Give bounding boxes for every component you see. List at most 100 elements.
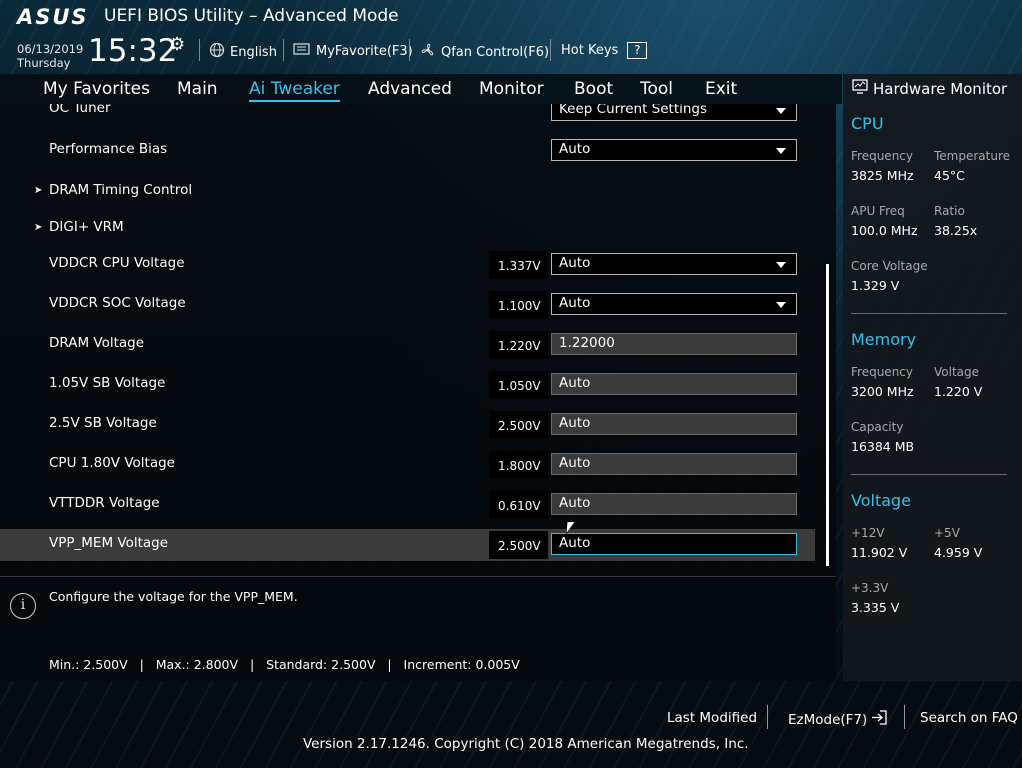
footer-bar: Last Modified EzMode(F7) Search on FAQ V… (0, 681, 1022, 768)
help-panel: i Configure the voltage for the VPP_MEM.… (0, 577, 836, 681)
submenu-arrow-icon: ➤ (34, 222, 43, 233)
capacity-label: Capacity (851, 420, 904, 434)
current-voltage-readout: 1.337V (489, 251, 548, 279)
memory-frequency-label: Frequency (851, 365, 913, 379)
capacity-value: 16384 MB (851, 439, 915, 454)
voltage-limits: Min.: 2.500V | Max.: 2.800V | Standard: … (49, 657, 520, 672)
date-text: 06/13/2019 (17, 42, 84, 56)
hotkeys-label: Hot Keys (561, 43, 619, 58)
qfan-button[interactable]: Qfan Control(F6) (420, 42, 549, 62)
voltage-heading: Voltage (851, 491, 912, 510)
setting-label: DRAM Voltage (49, 335, 145, 351)
footer-divider (767, 705, 768, 729)
dropdown-arrow-icon (776, 148, 786, 154)
memory-voltage-label: Voltage (934, 365, 980, 379)
scrollbar[interactable] (826, 264, 829, 566)
section-divider (851, 474, 1007, 475)
v12-label: +12V (851, 526, 885, 540)
vddcr-cpu-voltage-dropdown[interactable]: Auto (551, 253, 797, 275)
dram-voltage-input[interactable]: 1.22000 (551, 333, 797, 355)
v5-value: 4.959 V (934, 545, 983, 560)
tab-advanced[interactable]: Advanced (368, 79, 452, 99)
hotkeys-button[interactable]: Hot Keys ? (561, 42, 648, 59)
ezmode-button[interactable]: EzMode(F7) (788, 710, 887, 729)
dropdown-arrow-icon (776, 302, 786, 308)
weekday-text: Thursday (17, 56, 71, 70)
tab-ai-tweaker[interactable]: Ai Tweaker (249, 79, 340, 102)
memory-frequency-value: 3200 MHz (851, 384, 914, 399)
language-button[interactable]: English (209, 42, 277, 62)
oc-tuner-dropdown[interactable]: Keep Current Settings (551, 104, 797, 121)
top-bar: ASUS UEFI BIOS Utility – Advanced Mode 0… (0, 0, 1022, 80)
gear-icon[interactable]: ⚙ (169, 34, 185, 55)
vttddr-voltage-input[interactable]: Auto (551, 493, 797, 515)
date-display: 06/13/2019 Thursday (17, 42, 83, 70)
tab-my-favorites[interactable]: My Favorites (43, 79, 150, 99)
apu-freq-value: 100.0 MHz (851, 223, 918, 238)
cpu-180v-voltage-input[interactable]: Auto (551, 453, 797, 475)
core-voltage-label: Core Voltage (851, 259, 928, 273)
main-tab-bar: My Favorites Main Ai Tweaker Advanced Mo… (0, 74, 842, 104)
hardware-monitor-panel: Hardware Monitor CPU Frequency 3825 MHz … (843, 74, 1022, 681)
setting-label: 1.05V SB Voltage (49, 375, 166, 391)
tab-tool[interactable]: Tool (640, 79, 673, 99)
performance-bias-dropdown[interactable]: Auto (551, 139, 797, 161)
cpu-temperature-label: Temperature (934, 149, 1011, 163)
dropdown-arrow-icon (776, 262, 786, 268)
myfavorite-label: MyFavorite(F3) (316, 43, 413, 59)
setting-label: CPU 1.80V Voltage (49, 455, 175, 471)
current-voltage-readout: 2.500V (489, 531, 548, 559)
ezmode-label: EzMode(F7) (788, 711, 868, 728)
digi-vrm-link[interactable]: DIGI+ VRM (49, 219, 124, 235)
header-divider (199, 39, 200, 61)
setting-label: VDDCR SOC Voltage (49, 295, 186, 311)
v33-value: 3.335 V (851, 600, 900, 615)
dram-timing-control-link[interactable]: DRAM Timing Control (49, 182, 192, 198)
cpu-frequency-label: Frequency (851, 149, 913, 163)
last-modified-button[interactable]: Last Modified (667, 710, 757, 726)
dropdown-value: Auto (559, 141, 591, 157)
hardware-monitor-title: Hardware Monitor (852, 79, 1007, 98)
memory-heading: Memory (851, 330, 917, 349)
info-icon: i (10, 593, 36, 619)
header-divider (283, 39, 284, 61)
vddcr-soc-voltage-dropdown[interactable]: Auto (551, 293, 797, 315)
setting-label: VPP_MEM Voltage (49, 535, 169, 551)
tab-main[interactable]: Main (177, 79, 218, 99)
sb-105v-voltage-input[interactable]: Auto (551, 373, 797, 395)
settings-list: OC Tuner Keep Current Settings Performan… (0, 104, 836, 576)
current-voltage-readout: 1.800V (489, 451, 548, 479)
current-voltage-readout: 1.050V (489, 371, 548, 399)
header-divider (409, 39, 410, 61)
help-question-icon: ? (627, 42, 648, 59)
submenu-arrow-icon: ➤ (34, 185, 43, 196)
v5-label: +5V (934, 526, 960, 540)
current-voltage-readout: 0.610V (489, 491, 548, 519)
monitor-icon (852, 79, 868, 98)
section-divider (851, 313, 1007, 314)
asus-logo: ASUS (17, 5, 89, 29)
footer-divider (904, 705, 905, 729)
vpp-mem-voltage-input[interactable]: Auto (551, 533, 797, 555)
dropdown-value: Auto (559, 255, 591, 271)
qfan-label: Qfan Control(F6) (441, 44, 550, 60)
ratio-label: Ratio (934, 204, 965, 218)
setting-label: VTTDDR Voltage (49, 495, 160, 511)
setting-label: 2.5V SB Voltage (49, 415, 157, 431)
current-voltage-readout: 2.500V (489, 411, 548, 439)
cpu-frequency-value: 3825 MHz (851, 168, 914, 183)
sb-25v-voltage-input[interactable]: Auto (551, 413, 797, 435)
core-voltage-value: 1.329 V (851, 278, 900, 293)
clock: 15:32 (88, 33, 178, 69)
myfavorite-button[interactable]: MyFavorite(F3) (293, 42, 413, 60)
cpu-temperature-value: 45°C (934, 168, 965, 183)
hardware-monitor-label: Hardware Monitor (873, 79, 1008, 98)
tab-exit[interactable]: Exit (705, 79, 737, 99)
tab-boot[interactable]: Boot (574, 79, 613, 99)
setting-label: VDDCR CPU Voltage (49, 255, 185, 271)
dropdown-arrow-icon (776, 108, 786, 114)
search-faq-button[interactable]: Search on FAQ (920, 710, 1018, 726)
help-description: Configure the voltage for the VPP_MEM. (49, 589, 298, 604)
header-divider (550, 39, 551, 61)
tab-monitor[interactable]: Monitor (479, 79, 544, 99)
